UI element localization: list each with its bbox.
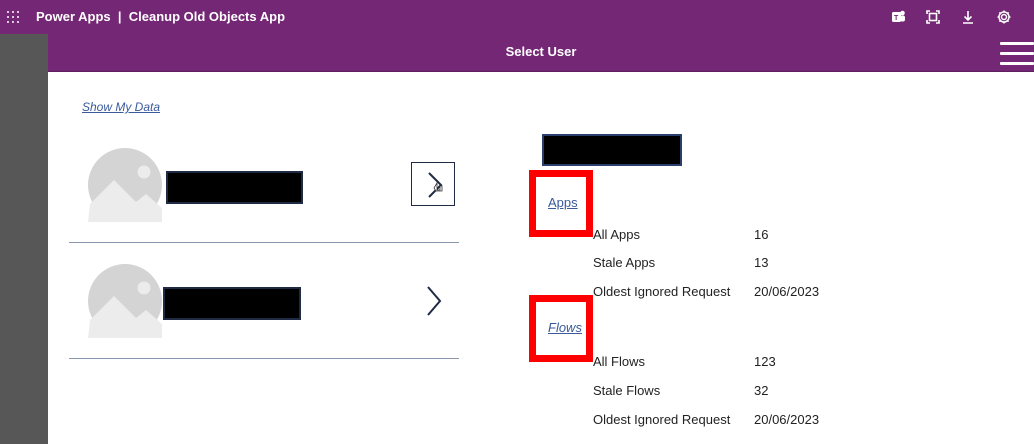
- apps-oldest-ignored-request-label: Oldest Ignored Request: [593, 284, 731, 299]
- app-title: Power Apps | Cleanup Old Objects App: [36, 9, 285, 24]
- title-separator: |: [117, 9, 122, 24]
- app-document-title: Cleanup Old Objects App: [128, 9, 286, 24]
- stale-flows-value: 32: [754, 383, 769, 398]
- stale-flows-label: Stale Flows: [593, 383, 661, 398]
- left-rail: [0, 34, 48, 444]
- all-flows-value: 123: [754, 354, 776, 369]
- flows-link[interactable]: Flows: [548, 320, 582, 335]
- user-name-redacted: [166, 171, 303, 204]
- user-name-redacted: [163, 287, 301, 320]
- chevron-right-icon: [427, 286, 442, 316]
- fit-screen-icon[interactable]: [924, 8, 942, 26]
- select-user-button[interactable]: [411, 162, 455, 206]
- user-list-item[interactable]: [69, 127, 459, 243]
- stale-apps-value: 13: [754, 255, 769, 270]
- user-avatar-icon: [88, 148, 162, 222]
- top-bar: Power Apps | Cleanup Old Objects App T: [0, 0, 1034, 34]
- apps-link[interactable]: Apps: [548, 195, 578, 210]
- download-icon[interactable]: [959, 8, 977, 26]
- flows-oldest-ignored-request-label: Oldest Ignored Request: [593, 412, 731, 427]
- teams-icon[interactable]: T: [889, 8, 907, 26]
- stale-apps-label: Stale Apps: [593, 255, 656, 270]
- screen-header: Select User: [48, 34, 1034, 72]
- selected-user-name-redacted: [542, 134, 682, 166]
- select-user-button[interactable]: [411, 279, 455, 323]
- flows-oldest-ignored-request-value: 20/06/2023: [754, 412, 820, 427]
- row-divider: [69, 358, 459, 359]
- user-avatar-icon: [88, 264, 162, 338]
- all-apps-label: All Apps: [593, 227, 640, 242]
- show-my-data-link[interactable]: Show My Data: [82, 100, 160, 114]
- all-apps-value: 16: [754, 227, 769, 242]
- apps-oldest-ignored-request-value: 20/06/2023: [754, 284, 820, 299]
- user-list-item[interactable]: [69, 243, 459, 359]
- screen-title: Select User: [505, 44, 577, 59]
- chevron-right-icon: [428, 172, 443, 198]
- all-flows-label: All Flows: [593, 354, 646, 369]
- settings-icon[interactable]: [995, 8, 1013, 26]
- svg-text:T: T: [894, 15, 899, 22]
- app-name: Power Apps: [36, 9, 111, 24]
- hamburger-menu-icon[interactable]: [1000, 40, 1034, 66]
- waffle-icon[interactable]: [7, 11, 19, 23]
